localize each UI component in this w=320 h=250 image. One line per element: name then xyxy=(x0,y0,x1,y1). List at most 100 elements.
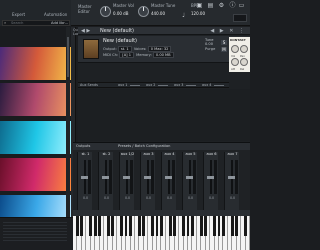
output-label: Output: xyxy=(103,47,117,51)
library-header: Expert Automation ⌕ Search Add libr... xyxy=(0,0,71,26)
instrument-thumbnail[interactable] xyxy=(83,39,99,59)
volume-knob[interactable] xyxy=(231,45,239,53)
info-icon[interactable]: ⓘ xyxy=(229,2,236,9)
rack-title[interactable]: New (default) xyxy=(100,28,134,34)
tab-automation[interactable]: Automation xyxy=(44,12,67,17)
piano-black-key[interactable] xyxy=(137,216,141,236)
empty-rack-area[interactable] xyxy=(78,89,250,141)
add-library-button[interactable]: Add libr... xyxy=(51,21,68,25)
attack-knob[interactable] xyxy=(231,58,239,66)
channel-level-meter xyxy=(235,160,238,194)
metronome-icon[interactable]: ♩ xyxy=(180,12,187,19)
piano-black-key[interactable] xyxy=(182,216,186,236)
piano-black-key[interactable] xyxy=(217,216,221,236)
bpm-value[interactable]: 120.00 xyxy=(191,11,205,16)
channel-db-value: 0.0 xyxy=(124,196,131,200)
channel-name[interactable]: aux 6 xyxy=(204,152,219,156)
piano-keyboard[interactable] xyxy=(73,216,250,250)
piano-black-key[interactable] xyxy=(120,216,124,236)
piano-black-key[interactable] xyxy=(76,216,79,236)
channel-name[interactable]: aux 5 xyxy=(183,152,198,156)
piano-black-key[interactable] xyxy=(89,216,93,236)
rel-knob-label: Rel xyxy=(240,67,245,71)
library-scrollbar[interactable] xyxy=(66,27,70,217)
aux-4-label: aux 4 xyxy=(202,83,212,87)
search-icon: ⌕ xyxy=(4,20,7,25)
piano-black-key[interactable] xyxy=(160,216,163,236)
master-vol-knob[interactable] xyxy=(100,6,111,17)
search-input[interactable]: ⌕ Search Add libr... xyxy=(2,20,70,26)
mute-button[interactable]: M xyxy=(221,47,227,52)
save-icon[interactable]: ▣ xyxy=(196,2,203,9)
piano-black-key[interactable] xyxy=(111,216,115,236)
piano-black-key[interactable] xyxy=(151,216,155,236)
output-channel-strip: aux 1/2 0.0 xyxy=(119,152,134,210)
master-tune-knob[interactable] xyxy=(138,6,149,17)
midi-select[interactable]: [A] 1 xyxy=(119,52,134,58)
release-knob[interactable] xyxy=(240,58,248,66)
channel-level-meter xyxy=(130,160,133,194)
tune-value[interactable]: 0.00 xyxy=(205,42,213,46)
piano-black-key[interactable] xyxy=(222,216,225,236)
master-tune-value[interactable]: 440.00 xyxy=(151,11,165,16)
instrument-header: New (default) Output: st. 1 Voices: 0 Ma… xyxy=(78,36,250,63)
library-browser xyxy=(0,27,71,228)
rack-header: ◀ ▶ New (default) ◀ ▶ ✕ ⋮ xyxy=(78,27,250,35)
settings-icon[interactable]: ⚙ xyxy=(218,2,225,9)
top-toolbar: Expert Automation ⌕ Search Add libr... M… xyxy=(0,0,250,26)
aux-1-label: aux 1 xyxy=(118,83,128,87)
library-item[interactable] xyxy=(0,83,71,116)
piano-black-key[interactable] xyxy=(244,216,247,236)
pan-knob[interactable] xyxy=(240,45,248,53)
piano-black-key[interactable] xyxy=(142,216,146,236)
piano-black-key[interactable] xyxy=(213,216,216,236)
aux-2-slider[interactable] xyxy=(158,85,168,86)
channel-level-meter xyxy=(88,160,91,194)
piano-black-key[interactable] xyxy=(124,216,128,236)
channel-level-meter xyxy=(193,160,196,194)
master-vol-value[interactable]: 0.00 dB xyxy=(113,11,128,16)
aux-3-slider[interactable] xyxy=(186,85,196,86)
piano-black-key[interactable] xyxy=(80,216,84,236)
instrument-name[interactable]: New (default) xyxy=(103,38,137,44)
piano-black-key[interactable] xyxy=(93,216,97,236)
piano-black-key[interactable] xyxy=(230,216,234,236)
piano-black-key[interactable] xyxy=(129,216,132,236)
rack-tools[interactable]: ◀ ▶ ✕ ⋮ xyxy=(210,27,246,35)
library-item-partial[interactable] xyxy=(3,221,67,241)
channel-db-value: 0.0 xyxy=(145,196,152,200)
outputs-preset-select[interactable]: Presets / Batch Configuration xyxy=(118,144,170,148)
minimize-icon[interactable]: ▭ xyxy=(238,2,245,9)
instrument-midi-row: MIDI Ch: [A] 1 Memory: 0.00 MB xyxy=(103,52,175,58)
outputs-header: Outputs Presets / Batch Configuration xyxy=(73,143,250,150)
piano-black-key[interactable] xyxy=(155,216,159,236)
solo-button[interactable]: S xyxy=(221,40,227,45)
piano-black-key[interactable] xyxy=(204,216,208,236)
channel-name[interactable]: aux 4 xyxy=(162,152,177,156)
channel-db-value: 0.0 xyxy=(208,196,215,200)
view-icon[interactable]: ▤ xyxy=(207,2,214,9)
piano-black-key[interactable] xyxy=(98,216,101,236)
piano-black-key[interactable] xyxy=(168,216,172,236)
channel-name[interactable]: st. 1 xyxy=(78,152,93,156)
piano-black-key[interactable] xyxy=(173,216,177,236)
channel-name[interactable]: aux 7 xyxy=(225,152,240,156)
library-item[interactable] xyxy=(0,47,71,80)
piano-black-key[interactable] xyxy=(191,216,194,236)
purge-button[interactable]: Purge xyxy=(205,47,215,51)
channel-name[interactable]: aux 1/2 xyxy=(120,152,135,156)
aux-1-slider[interactable] xyxy=(130,85,140,86)
piano-black-key[interactable] xyxy=(199,216,203,236)
channel-name[interactable]: aux 3 xyxy=(141,152,156,156)
channel-name[interactable]: st. 2 xyxy=(99,152,114,156)
tab-expert[interactable]: Expert xyxy=(12,12,25,17)
piano-black-key[interactable] xyxy=(107,216,110,236)
piano-black-key[interactable] xyxy=(186,216,190,236)
aux-4-slider[interactable] xyxy=(214,85,224,86)
library-item[interactable] xyxy=(0,158,71,191)
rack-nav-arrows[interactable]: ◀ ▶ xyxy=(81,27,90,35)
output-channel-strip: aux 4 0.0 xyxy=(161,152,176,210)
library-item[interactable] xyxy=(0,121,71,154)
scrollbar-thumb[interactable] xyxy=(67,37,69,77)
piano-black-key[interactable] xyxy=(235,216,239,236)
